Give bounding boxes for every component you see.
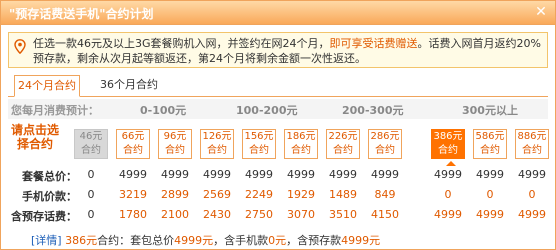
title-bar[interactable]: "预存话费送手机"合约计划 ✕ — [1, 1, 555, 25]
location-pin-icon — [14, 39, 26, 54]
table-cell: 2569 — [203, 188, 231, 201]
summary-plan: 386元 — [65, 234, 98, 247]
pick-plan-label: 请点击选择合约 — [10, 123, 59, 151]
table-cell: 2249 — [245, 188, 273, 201]
table-cell: 0 — [87, 168, 95, 181]
table-cell: 0 — [486, 188, 494, 201]
table-cell: 4999 — [161, 168, 189, 181]
table-cell: 2899 — [161, 188, 189, 201]
row-label: 含预存话费： — [11, 210, 77, 223]
table-cell: 4999 — [518, 208, 546, 221]
contract-plan-dialog: "预存话费送手机"合约计划 ✕ 任选一款46元及以上3G套餐购机入网，并签约在网… — [0, 0, 556, 250]
summary-text: ，含预存款 — [286, 234, 342, 247]
table-row-phone-price: 手机价款： 0 3219 2899 2569 2249 1929 1489 84… — [1, 188, 556, 204]
table-cell: 849 — [374, 188, 396, 201]
table-cell: 4150 — [371, 208, 399, 221]
range-200-300: 200-300元 — [342, 104, 404, 117]
consumption-label: 您每月消费预计： — [11, 104, 99, 117]
summary-prepaid: 4999元 — [341, 234, 381, 247]
table-cell: 2430 — [203, 208, 231, 221]
plan-126-button[interactable]: 126元 合约 — [200, 129, 234, 159]
tab-36-months[interactable]: 36个月合约 — [96, 75, 162, 97]
notice-highlight: 即可享受话费赠送 — [329, 37, 418, 50]
tab-bar: 24个月合约 36个月合约 — [8, 75, 548, 97]
table-cell: 4999 — [371, 168, 399, 181]
table-row-package-total: 套餐总价： 0 4999 4999 4999 4999 4999 4999 49… — [1, 168, 556, 184]
plan-156-button[interactable]: 156元 合约 — [242, 129, 276, 159]
table-cell: 4999 — [434, 168, 462, 181]
table-cell: 4999 — [476, 168, 504, 181]
plan-96-button[interactable]: 96元 合约 — [158, 129, 192, 159]
notice-text-part1: 任选一款46元及以上3G套餐购机入网，并签约在网24个月， — [33, 37, 330, 50]
table-cell: 1780 — [119, 208, 147, 221]
table-cell: 2100 — [161, 208, 189, 221]
dialog-title: "预存话费送手机"合约计划 — [9, 7, 154, 21]
summary-phone-price: 0元 — [268, 234, 287, 247]
table-cell: 1489 — [329, 188, 357, 201]
table-cell: 3070 — [287, 208, 315, 221]
table-cell: 4999 — [245, 168, 273, 181]
row-label: 套餐总价： — [22, 170, 77, 183]
tab-24-months[interactable]: 24个月合约 — [14, 75, 80, 97]
table-cell: 3510 — [329, 208, 357, 221]
plan-186-button[interactable]: 186元 合约 — [284, 129, 318, 159]
table-cell: 4999 — [329, 168, 357, 181]
table-cell: 0 — [87, 208, 95, 221]
table-cell: 4999 — [119, 168, 147, 181]
row-label: 手机价款： — [22, 190, 77, 203]
table-cell: 1929 — [287, 188, 315, 201]
selection-summary: [详情] 386元合约：套包总价4999元，含手机款0元，含预存款4999元 — [31, 232, 380, 248]
notice-box: 任选一款46元及以上3G套餐购机入网，并签约在网24个月，即可享受话费赠送。话费… — [8, 32, 548, 68]
table-cell: 4999 — [476, 208, 504, 221]
table-cell: 2750 — [245, 208, 273, 221]
notice-text: 任选一款46元及以上3G套餐购机入网，并签约在网24个月，即可享受话费赠送。话费… — [33, 36, 543, 66]
table-cell: 4999 — [287, 168, 315, 181]
close-button[interactable]: ✕ — [533, 4, 549, 20]
plan-386-button[interactable]: 386元 合约 — [431, 129, 465, 159]
table-cell: 0 — [528, 188, 536, 201]
summary-text: ，含手机款 — [213, 234, 269, 247]
plan-586-button[interactable]: 586元 合约 — [473, 129, 507, 159]
range-100-200: 100-200元 — [236, 104, 298, 117]
table-row-prepaid: 含预存话费： 0 1780 2100 2430 2750 3070 3510 4… — [1, 208, 556, 224]
plan-226-button[interactable]: 226元 合约 — [326, 129, 360, 159]
summary-text: 合约：套包总价 — [97, 234, 175, 247]
summary-total: 4999元 — [174, 234, 214, 247]
table-cell: 4999 — [518, 168, 546, 181]
plan-286-button[interactable]: 286元 合约 — [368, 129, 402, 159]
plan-886-button[interactable]: 886元 合约 — [515, 129, 549, 159]
table-cell: 0 — [444, 188, 452, 201]
details-link[interactable]: [详情] — [31, 234, 62, 247]
range-300-plus: 300元以上 — [462, 104, 518, 117]
plan-46-button[interactable]: 46元 合约 — [74, 129, 108, 159]
plan-66-button[interactable]: 66元 合约 — [116, 129, 150, 159]
table-cell: 0 — [87, 188, 95, 201]
table-cell: 4999 — [434, 208, 462, 221]
selected-plan-arrow-icon — [446, 161, 456, 166]
range-0-100: 0-100元 — [140, 104, 187, 117]
table-cell: 3219 — [119, 188, 147, 201]
consumption-range-row: 您每月消费预计： 0-100元 100-200元 200-300元 300元以上 — [8, 99, 548, 119]
table-cell: 4999 — [203, 168, 231, 181]
